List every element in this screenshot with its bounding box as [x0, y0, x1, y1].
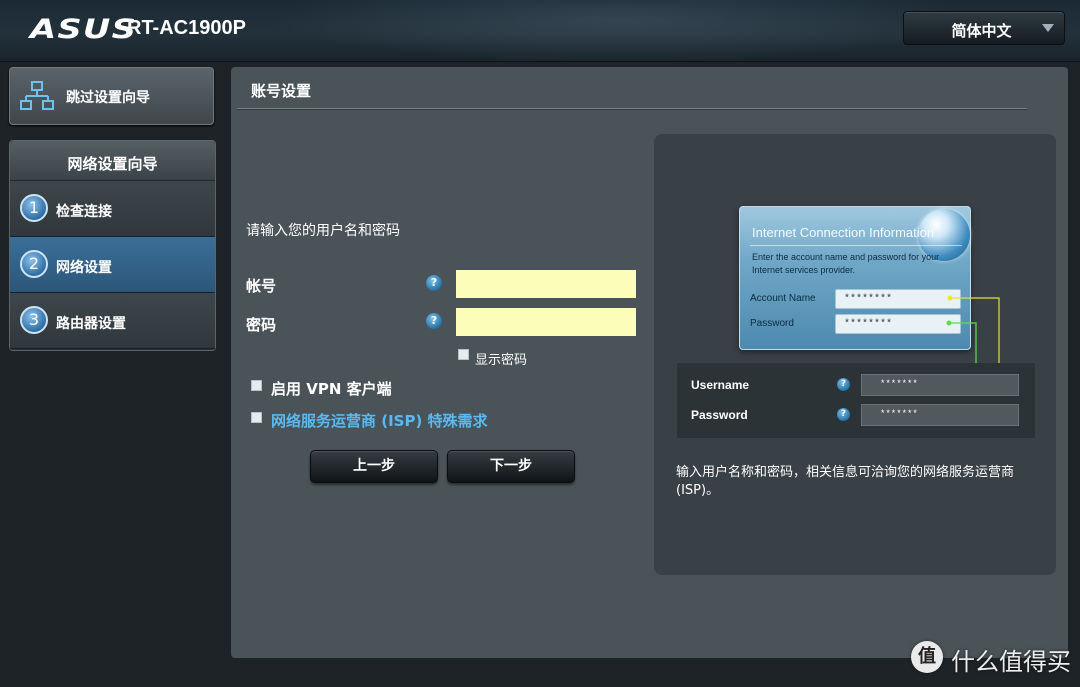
skip-wizard-label: 跳过设置向导: [66, 90, 150, 106]
show-password-label: 显示密码: [475, 353, 528, 368]
asus-logo: ASUS: [30, 14, 138, 45]
vpn-client-label: 启用 VPN 客户端: [271, 380, 392, 398]
step-number: 1: [20, 194, 48, 222]
login-prompt: 请输入您的用户名和密码: [246, 223, 400, 239]
router-model: RT-AC1900P: [127, 17, 246, 39]
help-icon: ?: [837, 408, 850, 421]
wizard-step-check-connection[interactable]: 1 检查连接: [10, 181, 215, 237]
isp-info-note: 输入用户名称和密码，相关信息可洽询您的网络服务运营商 (ISP)。: [676, 465, 1015, 498]
login-illustration: Internet Connection Information Enter th…: [654, 134, 1056, 575]
sample-login-form: Username ? ******* Password ? *******: [677, 363, 1035, 438]
account-settings-panel: 账号设置 请输入您的用户名和密码 帐号 ? 密码 ? 显示密码 启用 VPN 客…: [231, 67, 1068, 658]
top-bar: ASUS RT-AC1900P 简体中文: [0, 0, 1080, 62]
skip-wizard-button[interactable]: 跳过设置向导: [9, 67, 214, 125]
account-label: 帐号: [246, 277, 277, 295]
wizard-step-network-settings[interactable]: 2 网络设置: [10, 237, 215, 293]
page-title: 账号设置: [251, 82, 312, 100]
connector-lines: [946, 295, 1000, 417]
help-icon[interactable]: ?: [426, 313, 442, 329]
wizard-step-router-settings[interactable]: 3 路由器设置: [10, 293, 215, 349]
watermark-text: 什么值得买: [951, 648, 1071, 676]
vpn-client-checkbox[interactable]: [251, 380, 262, 391]
step-label: 路由器设置: [56, 316, 126, 332]
password-label: 密码: [246, 316, 277, 334]
help-icon: ?: [837, 378, 850, 391]
password-input[interactable]: [456, 308, 636, 336]
setup-wizard-panel: 网络设置向导 1 检查连接 2 网络设置 3 路由器设置: [9, 140, 216, 351]
help-icon[interactable]: ?: [426, 275, 442, 291]
chevron-down-icon: [1042, 24, 1054, 32]
wizard-title: 网络设置向导: [10, 141, 215, 181]
watermark-logo: 值: [911, 641, 943, 673]
step-label: 检查连接: [56, 204, 112, 220]
next-button[interactable]: 下一步: [447, 450, 575, 483]
previous-button[interactable]: 上一步: [310, 450, 438, 483]
network-icon: [20, 81, 54, 115]
show-password-checkbox[interactable]: [458, 349, 469, 360]
account-input[interactable]: [456, 270, 636, 298]
language-select[interactable]: 简体中文: [903, 11, 1065, 45]
sample-password-label: Password: [691, 408, 748, 422]
sample-username-field: *******: [861, 374, 1019, 396]
step-number: 2: [20, 250, 48, 278]
step-number: 3: [20, 306, 48, 334]
sample-username-label: Username: [691, 378, 750, 392]
sample-password-field: *******: [861, 404, 1019, 426]
isp-requirements-link[interactable]: 网络服务运营商 (ISP) 特殊需求: [271, 410, 488, 431]
step-label: 网络设置: [56, 260, 112, 276]
isp-requirements-checkbox[interactable]: [251, 412, 262, 423]
language-label: 简体中文: [951, 22, 1012, 40]
title-divider: [237, 108, 1027, 109]
